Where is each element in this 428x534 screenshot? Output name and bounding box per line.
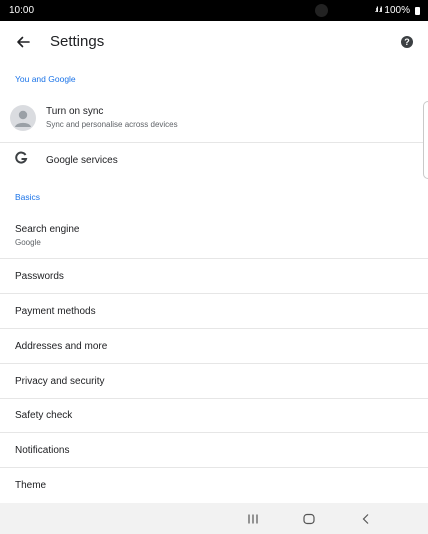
settings-item-label: Addresses and more [15, 341, 108, 352]
settings-item-label: Theme [15, 480, 47, 491]
back-icon[interactable] [358, 511, 374, 527]
camera-cutout [315, 4, 328, 17]
help-icon[interactable]: ? [401, 36, 413, 48]
app-bar: Settings ? [0, 21, 428, 64]
arrow-back-icon[interactable] [13, 32, 33, 52]
settings-item-safety-check[interactable]: Safety check [0, 399, 428, 432]
settings-item-theme[interactable]: Theme [0, 468, 428, 503]
avatar-icon [10, 105, 36, 131]
google-g-icon [14, 151, 28, 165]
status-time: 10:00 [9, 5, 35, 16]
sync-row[interactable]: Turn on sync Sync and personalise across… [0, 96, 428, 142]
edge-panel-handle[interactable] [423, 101, 428, 179]
status-icons: .ıll .ıll 100% [374, 5, 420, 16]
battery-icon [415, 6, 420, 15]
google-services-row[interactable]: Google services [0, 143, 428, 177]
settings-item-label: Notifications [15, 445, 70, 456]
page-title: Settings [50, 33, 105, 50]
signal-icon: .ıll .ıll [374, 7, 382, 14]
sync-title: Turn on sync [46, 106, 104, 117]
settings-item-payment-methods[interactable]: Payment methods [0, 294, 428, 328]
home-icon[interactable] [301, 511, 317, 527]
sync-subtitle: Sync and personalise across devices [46, 120, 178, 129]
system-nav-bar [0, 503, 428, 534]
search-engine-row[interactable]: Search engine Google [0, 213, 428, 258]
recents-icon[interactable] [245, 511, 261, 527]
search-engine-value: Google [15, 238, 41, 247]
settings-item-label: Passwords [15, 271, 64, 282]
status-bar: 10:00 .ıll .ıll 100% [0, 0, 428, 21]
settings-item-privacy[interactable]: Privacy and security [0, 364, 428, 398]
settings-item-passwords[interactable]: Passwords [0, 259, 428, 293]
settings-item-notifications[interactable]: Notifications [0, 433, 428, 467]
settings-item-label: Privacy and security [15, 376, 105, 387]
battery-text: 100% [384, 5, 410, 16]
google-services-label: Google services [46, 155, 118, 166]
section-header-basics: Basics [15, 192, 41, 202]
settings-item-addresses[interactable]: Addresses and more [0, 329, 428, 363]
settings-item-label: Safety check [15, 410, 73, 421]
search-engine-label: Search engine [15, 224, 80, 235]
settings-item-label: Payment methods [15, 306, 96, 317]
section-header-you-and-google: You and Google [15, 74, 76, 84]
